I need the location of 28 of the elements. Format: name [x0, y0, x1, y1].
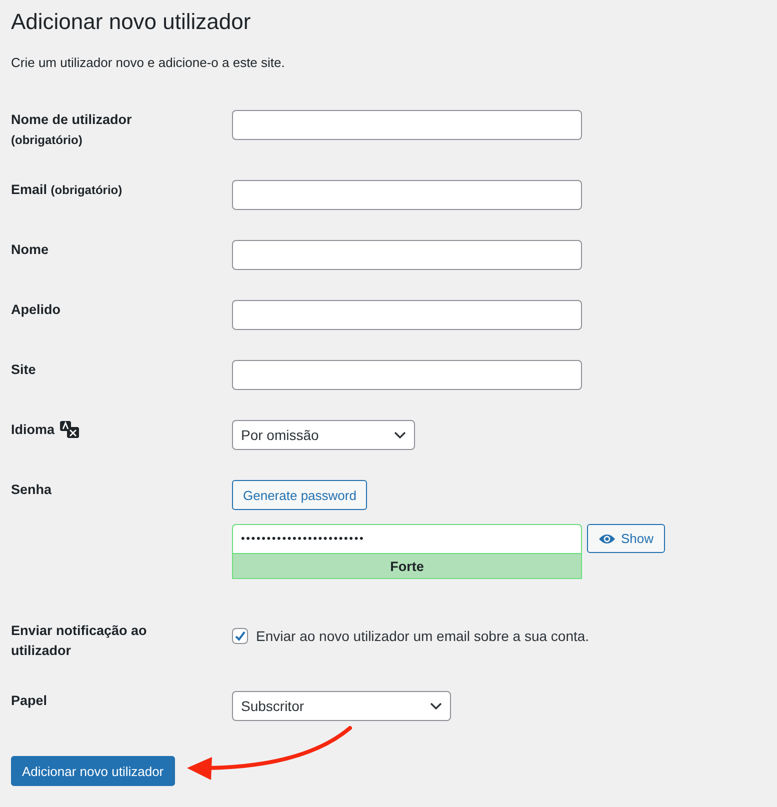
text-field[interactable] [232, 360, 582, 390]
field-label: Enviar notificação ao utilizador [11, 622, 148, 660]
dropdown[interactable]: Por omissão [232, 420, 415, 450]
field-label: Senha [11, 481, 52, 499]
text-field[interactable] [232, 180, 582, 210]
text-field[interactable] [232, 110, 582, 140]
password-field[interactable]: •••••••••••••••••••••••• [232, 524, 582, 553]
strength-meter: Forte [232, 553, 582, 579]
eye-icon [598, 532, 616, 544]
generate-password-button[interactable]: Generate password [232, 480, 368, 510]
chevron-icon [430, 702, 442, 710]
text-field[interactable] [232, 300, 582, 330]
field-label: Nome de utilizador (obrigatório) [11, 111, 133, 149]
checkbox[interactable] [232, 628, 248, 644]
page-title: Adicionar novo utilizador [11, 8, 252, 36]
show-password-button[interactable]: Show [587, 524, 665, 553]
page-description: Crie um utilizador novo e adicione-o a este site. [11, 54, 286, 72]
add-user-button[interactable]: Adicionar novo utilizador [11, 756, 175, 786]
field-label: Email (obrigatório) [11, 181, 122, 199]
chevron-icon [394, 431, 406, 439]
dropdown[interactable]: Subscritor [232, 691, 451, 721]
field-label: Site [11, 361, 36, 379]
text-field[interactable] [232, 240, 582, 270]
field-label: Apelido [11, 301, 60, 319]
field-label: Idioma [11, 421, 55, 439]
field-label: Nome [11, 241, 49, 259]
checkbox-label[interactable]: Enviar ao novo utilizador um email sobre a sua conta. [256, 628, 590, 644]
field-label: Papel [11, 692, 48, 710]
